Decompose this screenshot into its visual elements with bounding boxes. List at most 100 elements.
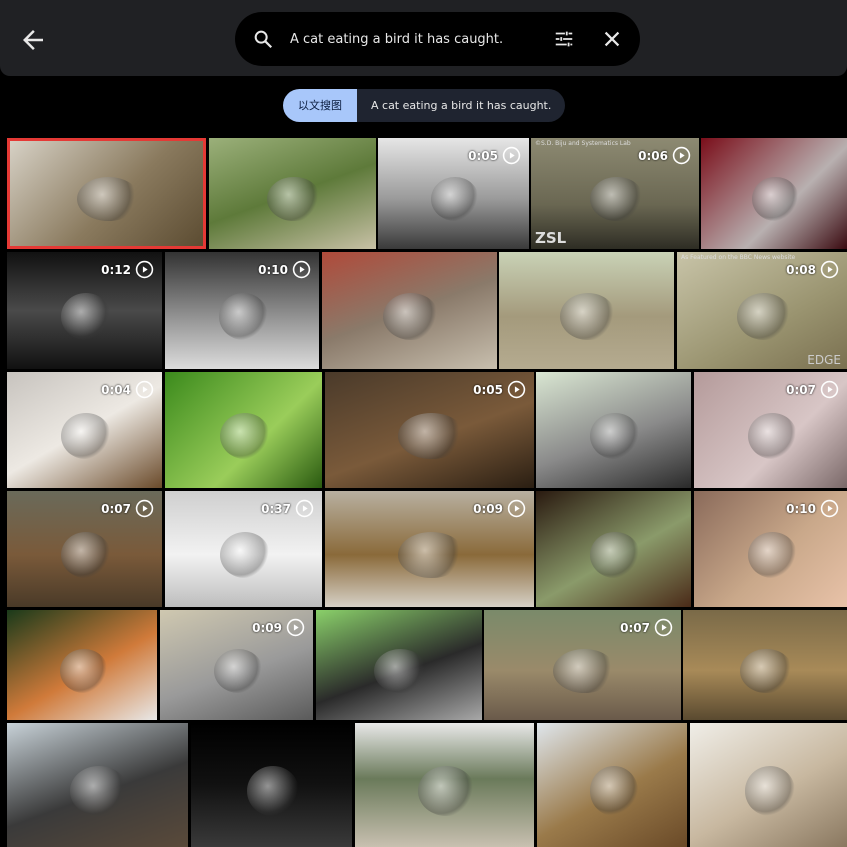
- duration-label: 0:12: [101, 262, 131, 277]
- thumbnail-image: [740, 648, 793, 693]
- result-thumbnail[interactable]: [209, 138, 376, 249]
- result-thumbnail[interactable]: [7, 723, 188, 847]
- thumbnail-image: [59, 648, 108, 693]
- video-duration-badge: 0:09: [252, 618, 305, 637]
- thumbnail-image: [398, 412, 466, 459]
- thumbnail-image: [589, 766, 638, 816]
- video-duration-badge: 0:37: [261, 499, 314, 518]
- thumbnail-watermark: EDGE: [807, 353, 841, 367]
- thumbnail-image: [744, 766, 796, 816]
- video-duration-badge: 0:07: [620, 618, 673, 637]
- play-icon: [820, 380, 839, 399]
- duration-label: 0:10: [786, 501, 816, 516]
- result-thumbnail[interactable]: [316, 610, 482, 720]
- duration-label: 0:09: [252, 620, 282, 635]
- result-thumbnail[interactable]: 0:07: [484, 610, 681, 720]
- video-duration-badge: 0:07: [786, 380, 839, 399]
- results-grid: 0:05 ©S.D. Biju and Systematics Lab ZSL 0:0…: [0, 0, 847, 847]
- result-thumbnail[interactable]: [690, 723, 847, 847]
- duration-label: 0:07: [101, 501, 131, 516]
- result-thumbnail[interactable]: [536, 491, 691, 607]
- duration-label: 0:07: [620, 620, 650, 635]
- thumbnail-image: [267, 176, 321, 222]
- result-thumbnail[interactable]: [499, 252, 674, 369]
- result-thumbnail[interactable]: [701, 138, 847, 249]
- play-icon: [295, 499, 314, 518]
- result-thumbnail[interactable]: 0:10: [165, 252, 319, 369]
- thumbnail-image: [247, 766, 299, 816]
- result-thumbnail[interactable]: [7, 610, 157, 720]
- thumbnail-image: [552, 648, 616, 693]
- play-icon: [672, 146, 691, 165]
- duration-label: 0:37: [261, 501, 291, 516]
- result-thumbnail[interactable]: [537, 723, 687, 847]
- duration-label: 0:07: [786, 382, 816, 397]
- result-thumbnail[interactable]: ©S.D. Biju and Systematics Lab ZSL 0:06: [531, 138, 699, 249]
- duration-label: 0:09: [473, 501, 503, 516]
- video-duration-badge: 0:06: [638, 146, 691, 165]
- thumbnail-image: [417, 766, 475, 816]
- play-icon: [135, 260, 154, 279]
- thumbnail-image: [736, 292, 791, 340]
- result-thumbnail[interactable]: 0:07: [694, 372, 847, 488]
- thumbnail-watermark: ZSL: [535, 229, 567, 247]
- video-duration-badge: 0:08: [786, 260, 839, 279]
- play-icon: [286, 618, 305, 637]
- duration-label: 0:10: [258, 262, 288, 277]
- duration-label: 0:08: [786, 262, 816, 277]
- duration-label: 0:04: [101, 382, 131, 397]
- result-thumbnail[interactable]: 0:07: [7, 491, 162, 607]
- result-thumbnail[interactable]: 0:37: [165, 491, 322, 607]
- video-duration-badge: 0:04: [101, 380, 154, 399]
- thumbnail-image: [61, 531, 111, 578]
- play-icon: [507, 499, 526, 518]
- play-icon: [820, 260, 839, 279]
- result-thumbnail[interactable]: 0:05: [378, 138, 529, 249]
- play-icon: [292, 260, 311, 279]
- duration-label: 0:06: [638, 148, 668, 163]
- result-thumbnail[interactable]: [191, 723, 352, 847]
- result-thumbnail[interactable]: [165, 372, 322, 488]
- thumbnail-image: [219, 412, 271, 459]
- thumbnail-image: [219, 531, 271, 578]
- result-thumbnail[interactable]: [355, 723, 534, 847]
- result-thumbnail[interactable]: [322, 252, 497, 369]
- play-icon: [820, 499, 839, 518]
- play-icon: [507, 380, 526, 399]
- result-thumbnail[interactable]: As Featured on the BBC News website EDGE 0…: [677, 252, 847, 369]
- duration-label: 0:05: [473, 382, 503, 397]
- thumbnail-image: [430, 176, 480, 222]
- video-duration-badge: 0:10: [786, 499, 839, 518]
- thumbnail-image: [61, 292, 111, 340]
- result-thumbnail[interactable]: [683, 610, 847, 720]
- thumbnail-image: [213, 648, 263, 693]
- result-thumbnail[interactable]: 0:05: [325, 372, 534, 488]
- video-duration-badge: 0:09: [473, 499, 526, 518]
- thumbnail-image: [747, 531, 797, 578]
- thumbnail-image: [70, 766, 129, 816]
- video-duration-badge: 0:10: [258, 260, 311, 279]
- duration-label: 0:05: [468, 148, 498, 163]
- thumbnail-image: [590, 531, 640, 578]
- result-thumbnail[interactable]: 0:12: [7, 252, 162, 369]
- result-thumbnail[interactable]: [536, 372, 691, 488]
- thumbnail-credit: As Featured on the BBC News website: [681, 254, 796, 261]
- thumbnail-image: [76, 176, 141, 222]
- result-thumbnail[interactable]: 0:09: [325, 491, 534, 607]
- result-thumbnail[interactable]: [7, 138, 206, 249]
- thumbnail-image: [752, 176, 799, 222]
- thumbnail-image: [747, 412, 797, 459]
- result-thumbnail[interactable]: 0:10: [694, 491, 847, 607]
- video-duration-badge: 0:07: [101, 499, 154, 518]
- thumbnail-image: [218, 292, 269, 340]
- video-duration-badge: 0:05: [473, 380, 526, 399]
- thumbnail-image: [383, 292, 440, 340]
- result-thumbnail[interactable]: 0:09: [160, 610, 313, 720]
- thumbnail-image: [590, 412, 640, 459]
- play-icon: [135, 499, 154, 518]
- play-icon: [502, 146, 521, 165]
- thumbnail-image: [61, 412, 111, 459]
- play-icon: [135, 380, 154, 399]
- result-thumbnail[interactable]: 0:04: [7, 372, 162, 488]
- thumbnail-image: [398, 531, 466, 578]
